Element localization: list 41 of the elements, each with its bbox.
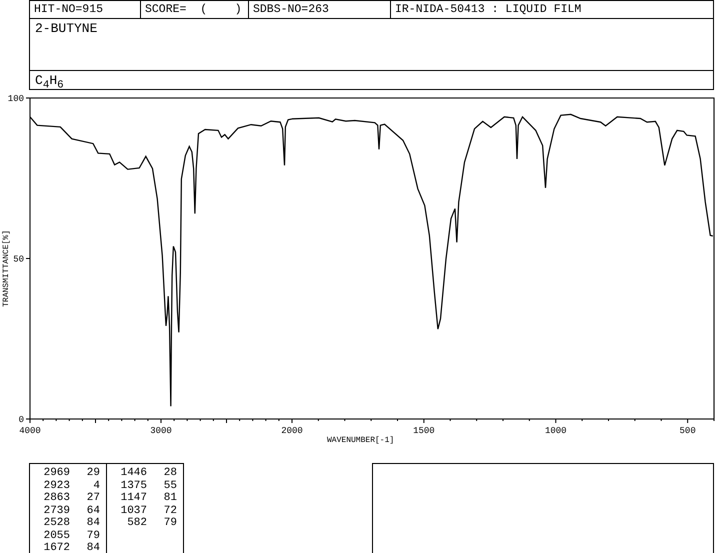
peak-wavenumber: 1037 — [120, 504, 147, 517]
peak-transmittance: 29 — [86, 467, 100, 480]
header-field: SCORE= ( ) — [140, 1, 248, 18]
peak-wavenumber: 2528 — [42, 517, 70, 530]
x-tick-label: 2000 — [281, 426, 303, 436]
header-field: HIT-NO=915 — [30, 1, 140, 18]
peak-transmittance: 81 — [162, 492, 177, 504]
peak-transmittance: 28 — [162, 467, 177, 480]
peak-wavenumber: 582 — [126, 517, 147, 530]
x-tick-label: 4000 — [19, 426, 41, 436]
peak-transmittance: 72 — [162, 504, 177, 517]
peak-transmittance: 4 — [92, 480, 100, 492]
peak-transmittance: 79 — [86, 530, 100, 542]
x-tick-label: 1500 — [413, 426, 435, 436]
x-tick-label: 3000 — [150, 426, 172, 436]
peak-transmittance: 84 — [86, 542, 100, 553]
peak-wavenumber: 2863 — [42, 492, 70, 504]
x-tick-label: 1000 — [544, 426, 567, 436]
peak-wavenumber: 1672 — [42, 542, 70, 553]
peak-transmittance: 27 — [86, 492, 100, 504]
peak-wavenumber: 1446 — [120, 467, 147, 480]
y-tick-label: 0 — [18, 415, 24, 425]
y-tick-label: 50 — [13, 254, 24, 264]
peak-wavenumber: 1375 — [120, 480, 147, 492]
peak-wavenumber: 2739 — [42, 504, 70, 517]
y-tick-label: 100 — [8, 94, 24, 104]
peak-wavenumber: 2923 — [42, 480, 70, 492]
peak-transmittance: 55 — [162, 480, 177, 492]
header-field: IR-NIDA-50413 : LIQUID FILM — [390, 1, 713, 18]
compound-name: 2-BUTYNE — [34, 21, 98, 36]
x-axis-label: WAVENUMBER[-1] — [327, 436, 394, 445]
peak-transmittance: 64 — [86, 504, 100, 517]
molecular-formula: C$_{4}$H$_{6}$ — [34, 72, 64, 89]
peak-wavenumber: 2969 — [42, 467, 70, 480]
x-tick-label: 500 — [680, 426, 696, 436]
y-axis-label: TRANSMITTANCE[%] — [2, 230, 11, 307]
header-field: SDBS-NO=263 — [248, 1, 390, 18]
peak-wavenumber: 1147 — [120, 492, 147, 504]
peak-transmittance: 84 — [86, 517, 100, 530]
peak-wavenumber: 2055 — [42, 530, 70, 542]
peak-transmittance: 79 — [162, 517, 177, 530]
